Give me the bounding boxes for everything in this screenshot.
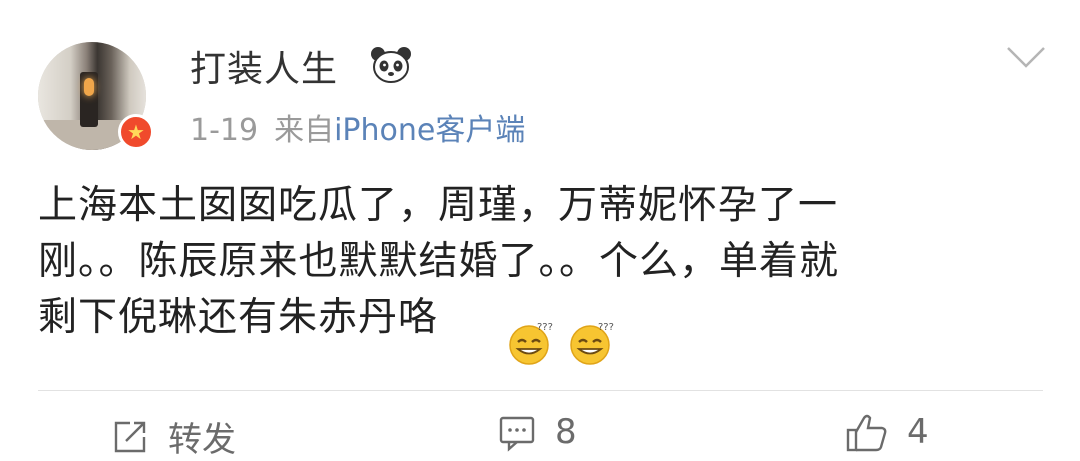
- post-time: 1-19: [190, 113, 259, 148]
- divider: [38, 390, 1043, 391]
- verified-star-badge-icon: ★: [118, 114, 154, 150]
- comment-icon: [499, 416, 535, 452]
- panda-icon: [371, 47, 411, 83]
- repost-icon: [114, 421, 146, 452]
- svg-text:???: ???: [598, 322, 614, 333]
- dizzy-grin-emoji-icon: ???: [570, 322, 614, 365]
- like-button[interactable]: 4: [845, 412, 929, 452]
- chevron-down-icon[interactable]: [1004, 42, 1048, 72]
- dizzy-grin-emoji-icon: ???: [509, 322, 553, 365]
- svg-text:???: ???: [537, 322, 553, 333]
- username[interactable]: 打装人生: [190, 40, 338, 92]
- repost-button[interactable]: 转发: [110, 412, 236, 461]
- avatar[interactable]: ★: [38, 42, 156, 150]
- post-meta: 1-19 来自iPhone客户端: [190, 105, 525, 149]
- repost-label: 转发: [168, 420, 236, 460]
- source-prefix: 来自: [274, 113, 335, 148]
- comment-button[interactable]: 8: [497, 412, 577, 452]
- comment-count: 8: [555, 412, 577, 452]
- source-client-link[interactable]: iPhone客户端: [334, 113, 525, 148]
- like-count: 4: [907, 412, 929, 452]
- thumbs-up-icon: [846, 414, 887, 452]
